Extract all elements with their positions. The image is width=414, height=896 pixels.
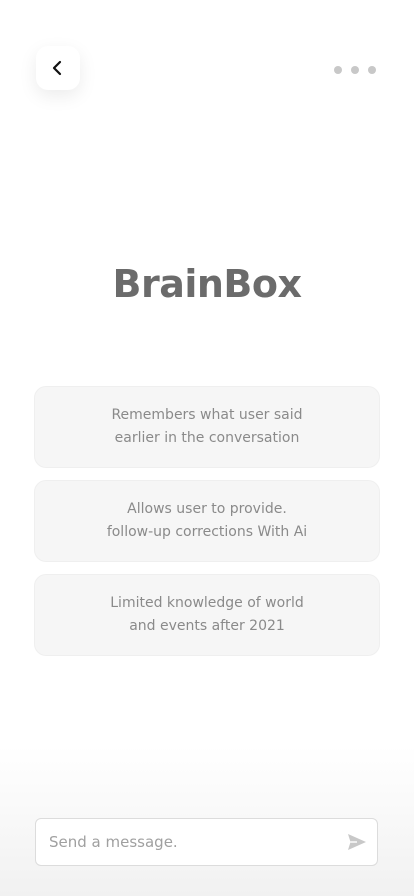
feature-card[interactable]: Allows user to provide. follow-up correc… (34, 480, 380, 562)
feature-card-text: Limited knowledge of world and events af… (110, 595, 304, 634)
feature-cards: Remembers what user said earlier in the … (34, 386, 380, 668)
feature-card-text: Remembers what user said earlier in the … (111, 407, 303, 446)
feature-card[interactable]: Limited knowledge of world and events af… (34, 574, 380, 656)
more-horizontal-icon (351, 66, 359, 74)
message-composer (35, 818, 378, 866)
feature-card[interactable]: Remembers what user said earlier in the … (34, 386, 380, 468)
send-icon (348, 834, 366, 850)
message-input[interactable] (36, 819, 337, 865)
send-button[interactable] (337, 819, 377, 865)
feature-card-text: Allows user to provide. follow-up correc… (106, 501, 308, 540)
more-horizontal-icon (368, 66, 376, 74)
chevron-left-icon (52, 60, 62, 76)
more-options-button[interactable] (334, 62, 376, 78)
more-horizontal-icon (334, 66, 342, 74)
back-button[interactable] (36, 46, 80, 90)
app-title: BrainBox (112, 262, 302, 306)
